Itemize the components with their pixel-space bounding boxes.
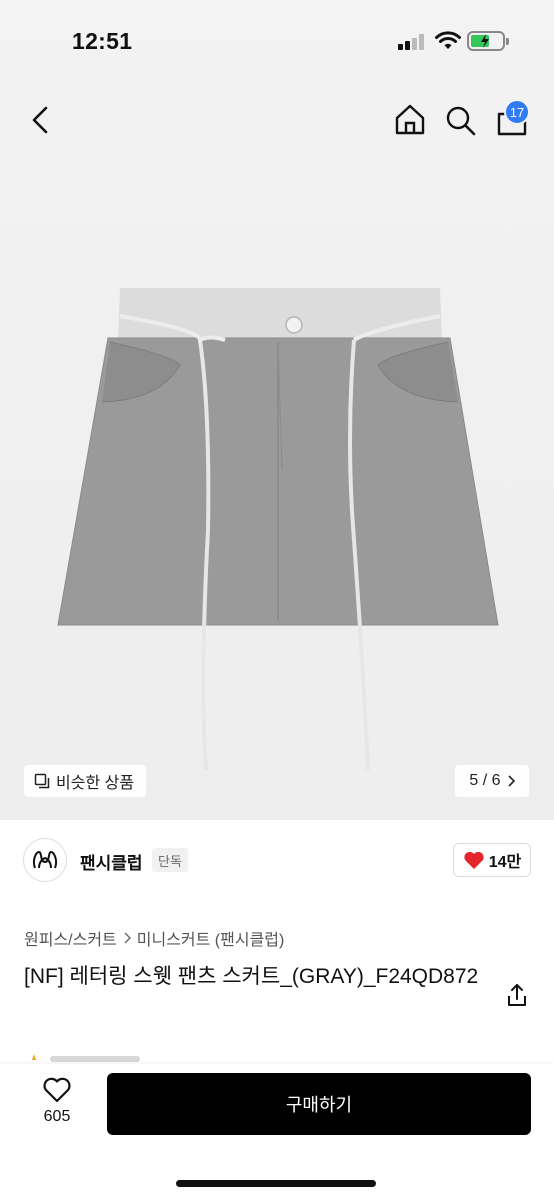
breadcrumb: 원피스/스커트 미니스커트 (팬시클럽) (24, 926, 284, 950)
heart-filled-icon (464, 851, 484, 869)
brand-monogram-icon (32, 850, 58, 869)
wishlist-button[interactable]: 605 (30, 1076, 84, 1132)
status-time: 12:51 (72, 28, 133, 54)
battery-icon (467, 31, 509, 51)
buy-button[interactable]: 구매하기 (107, 1073, 531, 1135)
chevron-right-icon (124, 932, 131, 944)
brand-like-count: 14만 (488, 854, 522, 871)
cellular-signal-icon (398, 34, 426, 50)
rating-row-partial (32, 1054, 140, 1062)
share-icon[interactable] (505, 982, 529, 1008)
page-indicator-text: 5 / 6 (469, 772, 501, 789)
wishlist-count: 605 (43, 1108, 71, 1125)
similar-products-button[interactable]: 비슷한 상품 (24, 765, 147, 797)
exclusive-badge: 단독 (152, 848, 188, 872)
brand-like-button[interactable]: 14만 (453, 843, 531, 877)
product-title: [NF] 레터링 스웻 팬츠 스커트_(GRAY)_F24QD872 (24, 965, 479, 988)
image-page-indicator[interactable]: 5 / 6 (455, 765, 529, 797)
product-image[interactable] (50, 280, 510, 780)
brand-logo[interactable] (23, 838, 67, 882)
similar-products-label: 비슷한 상품 (56, 775, 135, 792)
breadcrumb-category[interactable]: 원피스/스커트 (24, 926, 117, 950)
breadcrumb-subcategory[interactable]: 미니스커트 (팬시클럽) (137, 926, 285, 950)
brand-name[interactable]: 팬시클럽 (80, 849, 143, 874)
cart-count-badge: 17 (504, 99, 530, 125)
chevron-right-icon (507, 775, 515, 787)
heart-outline-icon (43, 1077, 71, 1103)
wifi-icon (435, 31, 461, 49)
copy-icon (34, 773, 50, 789)
chevron-left-icon[interactable] (24, 100, 60, 140)
status-bar: 12:51 (0, 0, 554, 80)
home-icon[interactable] (392, 100, 428, 140)
search-icon[interactable] (442, 100, 478, 140)
home-indicator (176, 1180, 376, 1187)
